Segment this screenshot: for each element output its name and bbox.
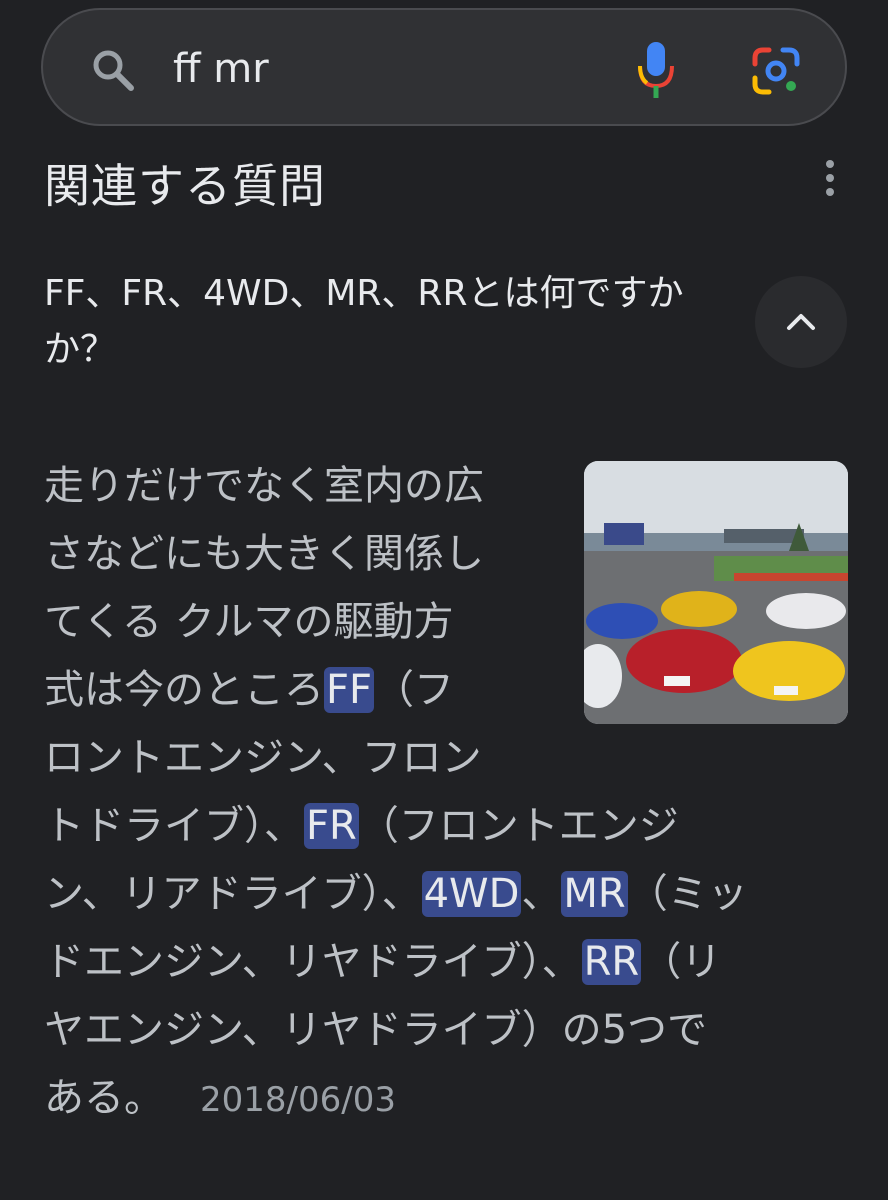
highlight-term: MR bbox=[561, 871, 628, 917]
cars-photo bbox=[584, 461, 848, 724]
related-questions-title: 関連する質問 bbox=[44, 159, 326, 213]
answer-line: ドエンジン、リヤドライブ）、RR（リ bbox=[44, 939, 722, 985]
answer-line: ロントエンジン、フロン bbox=[44, 735, 482, 781]
highlight-term: 4WD bbox=[421, 871, 522, 917]
search-bar[interactable]: ff mr bbox=[41, 8, 847, 126]
collapse-button[interactable] bbox=[755, 276, 847, 368]
question-line-2: か？ bbox=[44, 329, 117, 370]
question-text[interactable]: FF、FR、4WD、MR、RRとは何ですか か？ bbox=[44, 266, 744, 378]
answer-line: ヤエンジン、リヤドライブ）の5つで bbox=[44, 1007, 708, 1053]
answer-date: 2018/06/03 bbox=[200, 1080, 396, 1120]
result-thumbnail-image[interactable] bbox=[584, 461, 848, 724]
answer-last: ある。 bbox=[44, 1075, 164, 1121]
search-icon[interactable] bbox=[89, 46, 137, 94]
answer-line: ン、リアドライブ）、4WD、MR（ミッ bbox=[44, 871, 748, 917]
question-line-1: FF、FR、4WD、MR、RRとは何ですか bbox=[44, 273, 684, 314]
chevron-up-icon bbox=[787, 314, 815, 330]
google-lens-icon[interactable] bbox=[751, 46, 801, 96]
more-vert-icon[interactable] bbox=[818, 158, 842, 198]
highlight-term: FF bbox=[324, 667, 375, 713]
highlight-term: FR bbox=[304, 803, 359, 849]
answer-line: トドライブ）、FR（フロントエンジ bbox=[44, 803, 679, 849]
highlight-term: RR bbox=[581, 939, 642, 985]
answer-line: ある。 2018/06/03 bbox=[44, 1064, 844, 1132]
mic-icon[interactable] bbox=[635, 40, 677, 102]
search-input[interactable]: ff mr bbox=[173, 40, 269, 98]
